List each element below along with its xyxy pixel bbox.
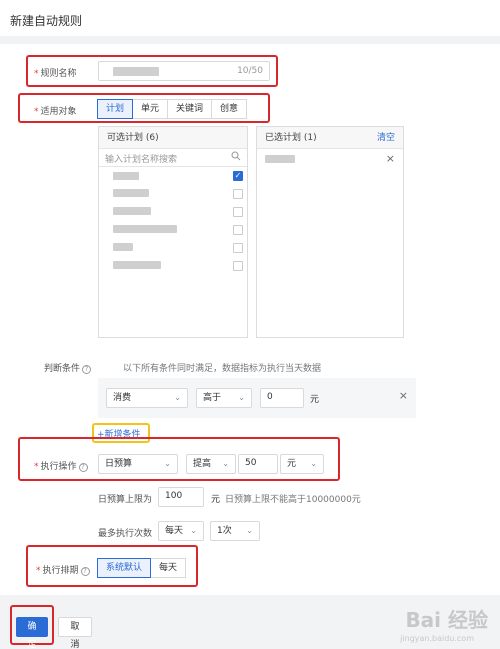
help-icon[interactable]: ? <box>78 463 88 472</box>
condition-value-input[interactable]: 0 <box>260 388 304 408</box>
available-item-name-blurred <box>113 225 177 233</box>
freq-count-select[interactable]: 1次 ⌄ <box>210 521 260 541</box>
target-label: * 适用对象 <box>34 107 77 117</box>
help-icon[interactable]: ? <box>80 567 90 576</box>
condition-hint: 以下所有条件同时满足，数据指标为执行当天数据 <box>123 364 322 374</box>
action-unit-select[interactable]: 元 ⌄ <box>280 454 324 474</box>
chevron-down-icon: ⌄ <box>246 526 253 535</box>
schedule-label: * 执行排期? <box>36 563 90 576</box>
remove-selected-icon[interactable]: × <box>386 152 395 165</box>
rule-name-counter: 10/50 <box>237 66 263 76</box>
condition-unit: 元 <box>310 395 320 405</box>
help-icon[interactable]: ? <box>82 365 92 374</box>
tab-unit[interactable]: 单元 <box>132 99 169 119</box>
condition-box: 消费 ⌄ 高于 ⌄ 0 元 × <box>98 378 416 418</box>
limit-label: 日预算上限为 <box>98 495 153 505</box>
watermark-url: jingyan.baidu.com <box>400 634 474 643</box>
limit-hint: 日预算上限不能高于10000000元 <box>225 495 361 505</box>
action-value-input[interactable]: 50 <box>238 454 278 474</box>
available-search-placeholder: 输入计划名称搜索 <box>105 155 178 165</box>
rule-name-input[interactable]: 10/50 <box>98 61 270 81</box>
available-item-checkbox[interactable] <box>233 243 243 253</box>
action-op-select[interactable]: 提高 ⌄ <box>186 454 236 474</box>
condition-metric-value: 消费 <box>113 393 132 403</box>
action-unit-value: 元 <box>287 459 297 469</box>
selected-panel: 已选计划 (1) 清空 × <box>256 126 404 338</box>
rule-name-label: * 规则名称 <box>34 69 77 79</box>
rule-name-value-blurred <box>113 67 159 76</box>
selected-item-name-blurred <box>265 155 295 163</box>
tab-keyword[interactable]: 关键词 <box>167 99 213 119</box>
freq-period-select[interactable]: 每天 ⌄ <box>158 521 204 541</box>
limit-unit: 元 <box>211 495 221 505</box>
freq-label: 最多执行次数 <box>98 529 153 539</box>
available-item-checkbox[interactable]: ✓ <box>233 171 243 181</box>
cancel-button[interactable]: 取消 <box>58 617 92 649</box>
limit-value: 100 <box>165 491 183 501</box>
available-header: 可选计划 (6) <box>99 127 247 149</box>
header-separator <box>0 36 500 44</box>
action-label: * 执行操作? <box>34 459 88 472</box>
watermark-logo: Bai 经验 <box>405 608 488 632</box>
available-item-name-blurred <box>113 261 161 269</box>
condition-operator-select[interactable]: 高于 ⌄ <box>196 388 252 408</box>
available-item-checkbox[interactable] <box>233 225 243 235</box>
chevron-down-icon: ⌄ <box>164 459 171 468</box>
action-target-value: 日预算 <box>105 459 133 469</box>
tab-plan[interactable]: 计划 <box>97 99 134 119</box>
available-item-checkbox[interactable] <box>233 261 243 271</box>
freq-period-value: 每天 <box>165 526 184 536</box>
freq-count-value: 1次 <box>217 526 232 536</box>
confirm-button[interactable]: 确定 <box>16 617 48 649</box>
available-item-name-blurred <box>113 243 133 251</box>
selected-header: 已选计划 (1) 清空 <box>257 127 403 149</box>
tab-creative[interactable]: 创意 <box>211 99 248 119</box>
available-search[interactable]: 输入计划名称搜索 <box>99 149 247 167</box>
selected-header-text: 已选计划 (1) <box>265 133 317 143</box>
remove-condition-icon[interactable]: × <box>399 389 408 402</box>
available-item-name-blurred <box>113 207 151 215</box>
condition-value: 0 <box>267 392 273 402</box>
action-value: 50 <box>245 458 257 468</box>
target-tabs: 计划 单元 关键词 创意 <box>97 99 248 119</box>
available-panel: 可选计划 (6) 输入计划名称搜索 ✓ <box>98 126 248 338</box>
schedule-option-daily[interactable]: 每天 <box>150 558 187 578</box>
condition-operator-value: 高于 <box>203 393 222 403</box>
chevron-down-icon: ⌄ <box>238 393 245 402</box>
chevron-down-icon: ⌄ <box>222 459 229 468</box>
chevron-down-icon: ⌄ <box>174 393 181 402</box>
condition-label: 判断条件? <box>44 361 92 374</box>
condition-metric-select[interactable]: 消费 ⌄ <box>106 388 188 408</box>
schedule-options: 系统默认 每天 <box>97 558 187 578</box>
available-item-name-blurred <box>113 189 149 197</box>
action-op-value: 提高 <box>193 459 212 469</box>
chevron-down-icon: ⌄ <box>310 459 317 468</box>
available-item-checkbox[interactable] <box>233 207 243 217</box>
page-title: 新建自动规则 <box>10 14 83 28</box>
chevron-down-icon: ⌄ <box>190 526 197 535</box>
available-item-name-blurred <box>113 172 139 180</box>
schedule-option-default[interactable]: 系统默认 <box>97 558 152 578</box>
clear-button[interactable]: 清空 <box>377 127 395 149</box>
available-item-checkbox[interactable] <box>233 189 243 199</box>
action-target-select[interactable]: 日预算 ⌄ <box>98 454 178 474</box>
limit-input[interactable]: 100 <box>158 487 204 507</box>
search-icon <box>231 151 241 161</box>
